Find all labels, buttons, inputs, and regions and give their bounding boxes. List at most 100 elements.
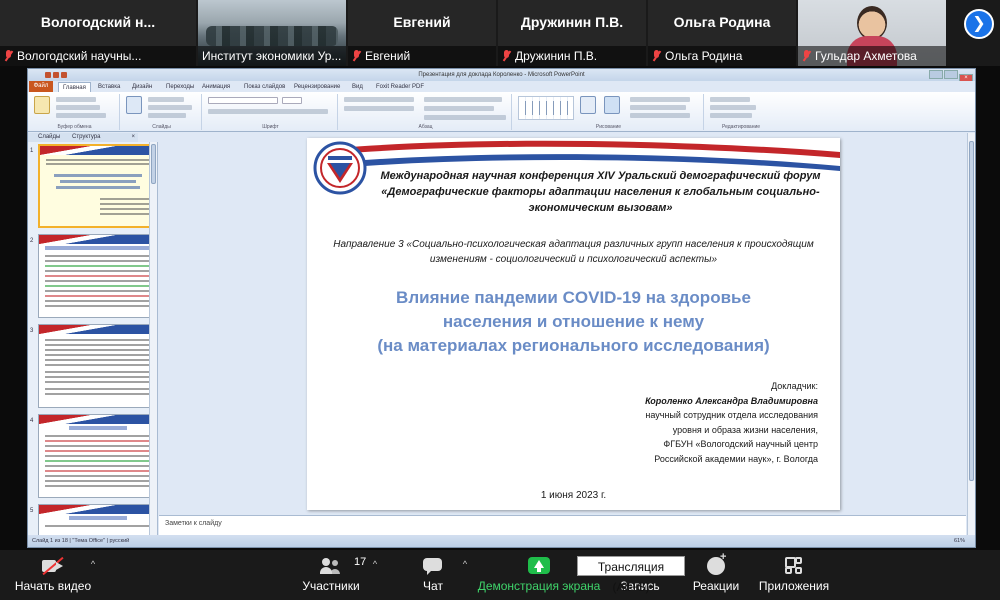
start-video-button[interactable]: ^ Начать видео <box>10 550 96 600</box>
share-screen-icon <box>528 557 550 574</box>
shared-screen-powerpoint: Презентация для доклада Короленко - Micr… <box>27 68 976 548</box>
chat-button[interactable]: ^ Чат <box>410 550 467 600</box>
tab-slides[interactable]: Слайды <box>38 133 60 142</box>
thumbnails-scrollbar[interactable] <box>149 142 157 535</box>
ribbon-group-slides: Слайды <box>122 94 202 130</box>
ppt-titlebar: Презентация для доклада Короленко - Micr… <box>28 69 975 83</box>
section-direction: Направление 3 «Социально-психологическая… <box>333 239 814 265</box>
participants-icon <box>320 557 342 575</box>
conference-logo <box>313 141 367 195</box>
meeting-toolbar: ^ Начать видео 17 ^ Участники ^ Чат Демо… <box>0 550 1000 600</box>
conference-title: Международная научная конференция XIV Ур… <box>380 170 821 214</box>
participant-name-bar: Дружинин П.В. <box>498 46 646 66</box>
ppt-statusbar: Слайд 1 из 18 | "Тема Office" | русский … <box>28 535 975 547</box>
ppt-window-title: Презентация для доклада Короленко - Micr… <box>418 72 585 78</box>
camera-off-icon <box>42 556 64 576</box>
zoom-meeting-window: Вологодский н... Вологодский научны... И… <box>0 0 1000 600</box>
mic-muted-icon <box>352 50 361 62</box>
tab-insert[interactable]: Вставка <box>94 82 124 92</box>
tab-transitions[interactable]: Переходы <box>162 82 198 92</box>
tab-file[interactable]: Файл <box>29 81 53 92</box>
participant-name-bar: Гульдар Ахметова <box>798 46 946 66</box>
participant-name-bar: Вологодский научны... <box>0 46 196 66</box>
tab-home[interactable]: Главная <box>58 82 91 92</box>
maximize-button[interactable] <box>944 70 958 79</box>
new-slide-icon[interactable] <box>126 96 142 114</box>
participant-tile-rodina[interactable]: Ольга Родина Ольга Родина <box>648 0 796 66</box>
tab-foxit[interactable]: Foxit Reader PDF <box>372 82 428 92</box>
participant-name-bar: Евгений <box>348 46 496 66</box>
save-icon[interactable] <box>53 72 59 78</box>
participant-tile-akhmetova[interactable]: Гульдар Ахметова <box>798 0 946 66</box>
tab-animation[interactable]: Анимация <box>198 82 234 92</box>
shapes-gallery[interactable] <box>518 96 574 120</box>
slide-thumbnail-4[interactable] <box>38 414 157 498</box>
participant-tile-druzhinin[interactable]: Дружинин П.В. Дружинин П.В. <box>498 0 646 66</box>
participant-name-bar: Институт экономики Ур... <box>198 46 346 66</box>
presentation-date: 1 июня 2023 г. <box>540 490 607 501</box>
participant-name-large: Ольга Родина <box>673 14 771 30</box>
arrange-icon[interactable] <box>580 96 596 114</box>
participant-name-bar: Ольга Родина <box>648 46 796 66</box>
current-slide[interactable]: Международная научная конференция XIV Ур… <box>307 138 840 510</box>
ribbon-group-editing: Редактирование <box>706 94 776 130</box>
chevron-up-icon[interactable]: ^ <box>88 559 98 569</box>
reactions-icon <box>705 551 727 575</box>
chevron-up-icon[interactable]: ^ <box>460 559 470 569</box>
slide-notes[interactable]: Заметки к слайду <box>159 515 966 535</box>
slide-thumbnail-3[interactable] <box>38 324 157 408</box>
participant-name-large: Евгений <box>393 14 451 30</box>
mic-muted-icon <box>502 50 511 62</box>
participant-name-large: Дружинин П.В. <box>520 14 624 30</box>
slide-thumbnails: 1 2 3 4 5 <box>28 142 158 535</box>
participants-button[interactable]: 17 ^ Участники <box>296 550 377 600</box>
ribbon-group-font: Шрифт <box>204 94 338 130</box>
ppt-workspace: Слайды Структура × 1 2 3 4 5 Международн… <box>28 133 975 547</box>
slides-pane-tabs: Слайды Структура × <box>28 133 138 142</box>
presentation-topic: Влияние пандемии COVID-19 на здоровье на… <box>377 288 770 355</box>
slide-thumbnail-5[interactable] <box>38 504 157 535</box>
slide-thumbnail-2[interactable] <box>38 234 157 318</box>
tab-view[interactable]: Вид <box>348 82 367 92</box>
tab-outline[interactable]: Структура <box>72 133 100 142</box>
app-icon <box>45 72 51 78</box>
ribbon: Буфер обмена Слайды Шрифт Абзац Рисовани… <box>28 92 975 132</box>
video-feed <box>206 26 338 46</box>
close-pane-icon[interactable]: × <box>131 133 135 142</box>
participant-tile-evgeny[interactable]: Евгений Евгений <box>348 0 496 66</box>
paste-icon[interactable] <box>34 96 50 114</box>
participant-name-large: Вологодский н... <box>40 14 156 30</box>
undo-icon[interactable] <box>61 72 67 78</box>
participants-count: 17 <box>354 556 367 568</box>
mic-muted-icon <box>4 50 13 62</box>
apps-icon <box>783 557 805 575</box>
ribbon-group-clipboard: Буфер обмена <box>30 94 120 130</box>
chevron-up-icon[interactable]: ^ <box>370 559 380 569</box>
ribbon-group-paragraph: Абзац <box>340 94 512 130</box>
tab-slideshow[interactable]: Показ слайдов <box>240 82 289 92</box>
ribbon-group-drawing: Рисование <box>514 94 704 130</box>
ribbon-tabs: Файл Главная Вставка Дизайн Переходы Ани… <box>28 81 975 92</box>
next-participants-button[interactable]: ❯ <box>964 9 994 39</box>
quick-access-toolbar[interactable] <box>32 71 82 79</box>
mic-muted-icon <box>802 50 811 62</box>
zoom-level[interactable]: 61% <box>954 535 965 547</box>
slide-editor: Международная научная конференция XIV Ур… <box>159 133 966 511</box>
apps-button[interactable]: Приложения <box>756 550 832 600</box>
reactions-button[interactable]: Реакции <box>688 550 744 600</box>
speaker-name: Короленко Александра Владимировна <box>645 395 818 406</box>
tab-review[interactable]: Рецензирование <box>290 82 344 92</box>
mic-muted-icon <box>652 50 661 62</box>
share-tooltip: Трансляция (Alt+S) <box>577 556 685 594</box>
quick-styles-icon[interactable] <box>604 96 620 114</box>
participant-video-face <box>857 6 887 40</box>
participant-tile-vologda[interactable]: Вологодский н... Вологодский научны... <box>0 0 196 66</box>
slide-thumbnail-1[interactable] <box>38 144 157 228</box>
participant-tile-institute[interactable]: Институт экономики Ур... <box>198 0 346 66</box>
editor-scrollbar[interactable] <box>967 133 975 535</box>
speaker-block: Докладчик: Короленко Александра Владимир… <box>518 379 818 466</box>
tab-design[interactable]: Дизайн <box>128 82 156 92</box>
chat-icon <box>422 557 444 575</box>
minimize-button[interactable] <box>929 70 943 79</box>
participant-strip: Вологодский н... Вологодский научны... И… <box>0 0 1000 66</box>
